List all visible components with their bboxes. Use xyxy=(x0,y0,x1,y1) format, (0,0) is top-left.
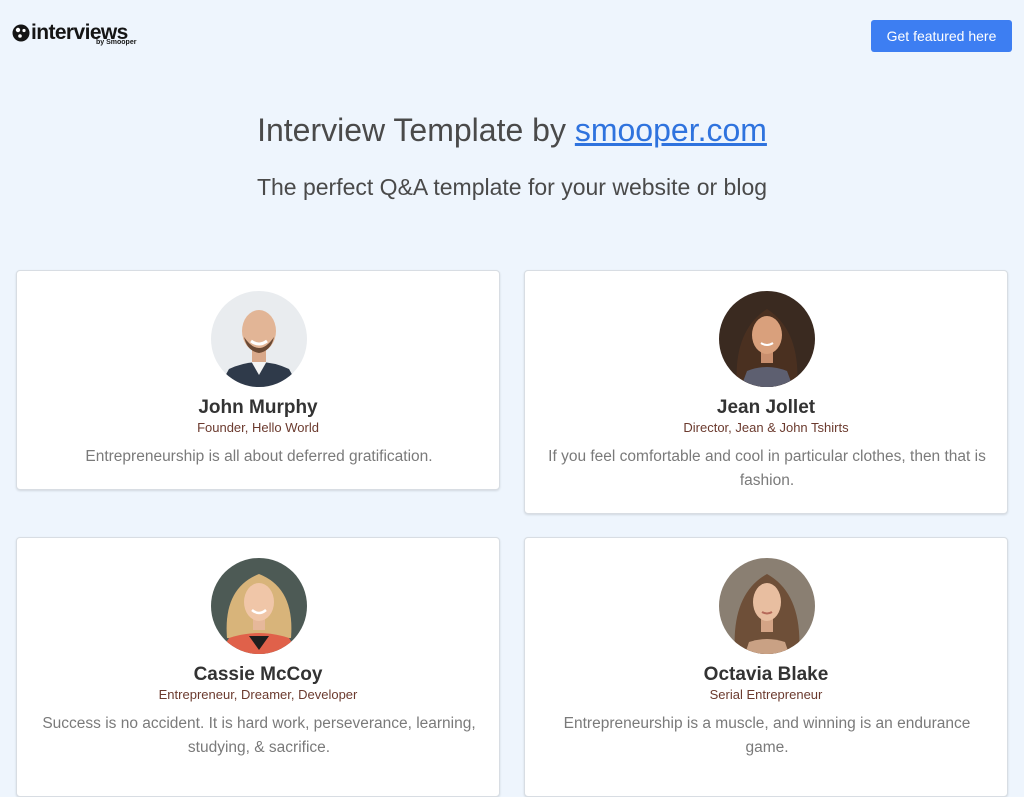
page-subtitle: The perfect Q&A template for your websit… xyxy=(256,174,768,200)
page-title-text: Interview Template by xyxy=(257,112,575,148)
person-role: Serial Entrepreneur xyxy=(709,687,823,702)
person-role: Director, Jean & John Tshirts xyxy=(683,420,849,435)
person-name: John Murphy xyxy=(198,397,318,418)
person-name: Cassie McCoy xyxy=(193,664,323,685)
interview-card[interactable]: Octavia Blake Serial Entrepreneur Entrep… xyxy=(524,537,1008,797)
page-title: Interview Template by smooper.com xyxy=(0,110,1024,150)
smooper-link[interactable]: smooper.com xyxy=(575,112,767,148)
avatar xyxy=(719,291,815,387)
interview-card[interactable]: Jean Jollet Director, Jean & John Tshirt… xyxy=(524,270,1008,514)
interview-card[interactable]: Cassie McCoy Entrepreneur, Dreamer, Deve… xyxy=(16,537,500,797)
avatar xyxy=(211,291,307,387)
get-featured-button[interactable]: Get featured here xyxy=(871,20,1012,52)
site-header: interviews by Smooper Get featured here xyxy=(0,0,1024,70)
person-role: Entrepreneur, Dreamer, Developer xyxy=(158,687,358,702)
person-quote: Success is no accident. It is hard work,… xyxy=(42,715,476,756)
person-role: Founder, Hello World xyxy=(197,420,319,435)
person-quote: Entrepreneurship is a muscle, and winnin… xyxy=(563,715,971,756)
avatar xyxy=(211,558,307,654)
logo-byline: by Smooper xyxy=(96,39,137,46)
person-name: Jean Jollet xyxy=(716,397,816,418)
avatar xyxy=(719,558,815,654)
person-name: Octavia Blake xyxy=(703,664,829,685)
person-quote: If you feel comfortable and cool in part… xyxy=(548,448,986,489)
interview-card[interactable]: John Murphy Founder, Hello World Entrepr… xyxy=(16,270,500,490)
person-quote: Entrepreneurship is all about deferred g… xyxy=(85,448,433,465)
logo-mark-icon xyxy=(12,24,30,42)
